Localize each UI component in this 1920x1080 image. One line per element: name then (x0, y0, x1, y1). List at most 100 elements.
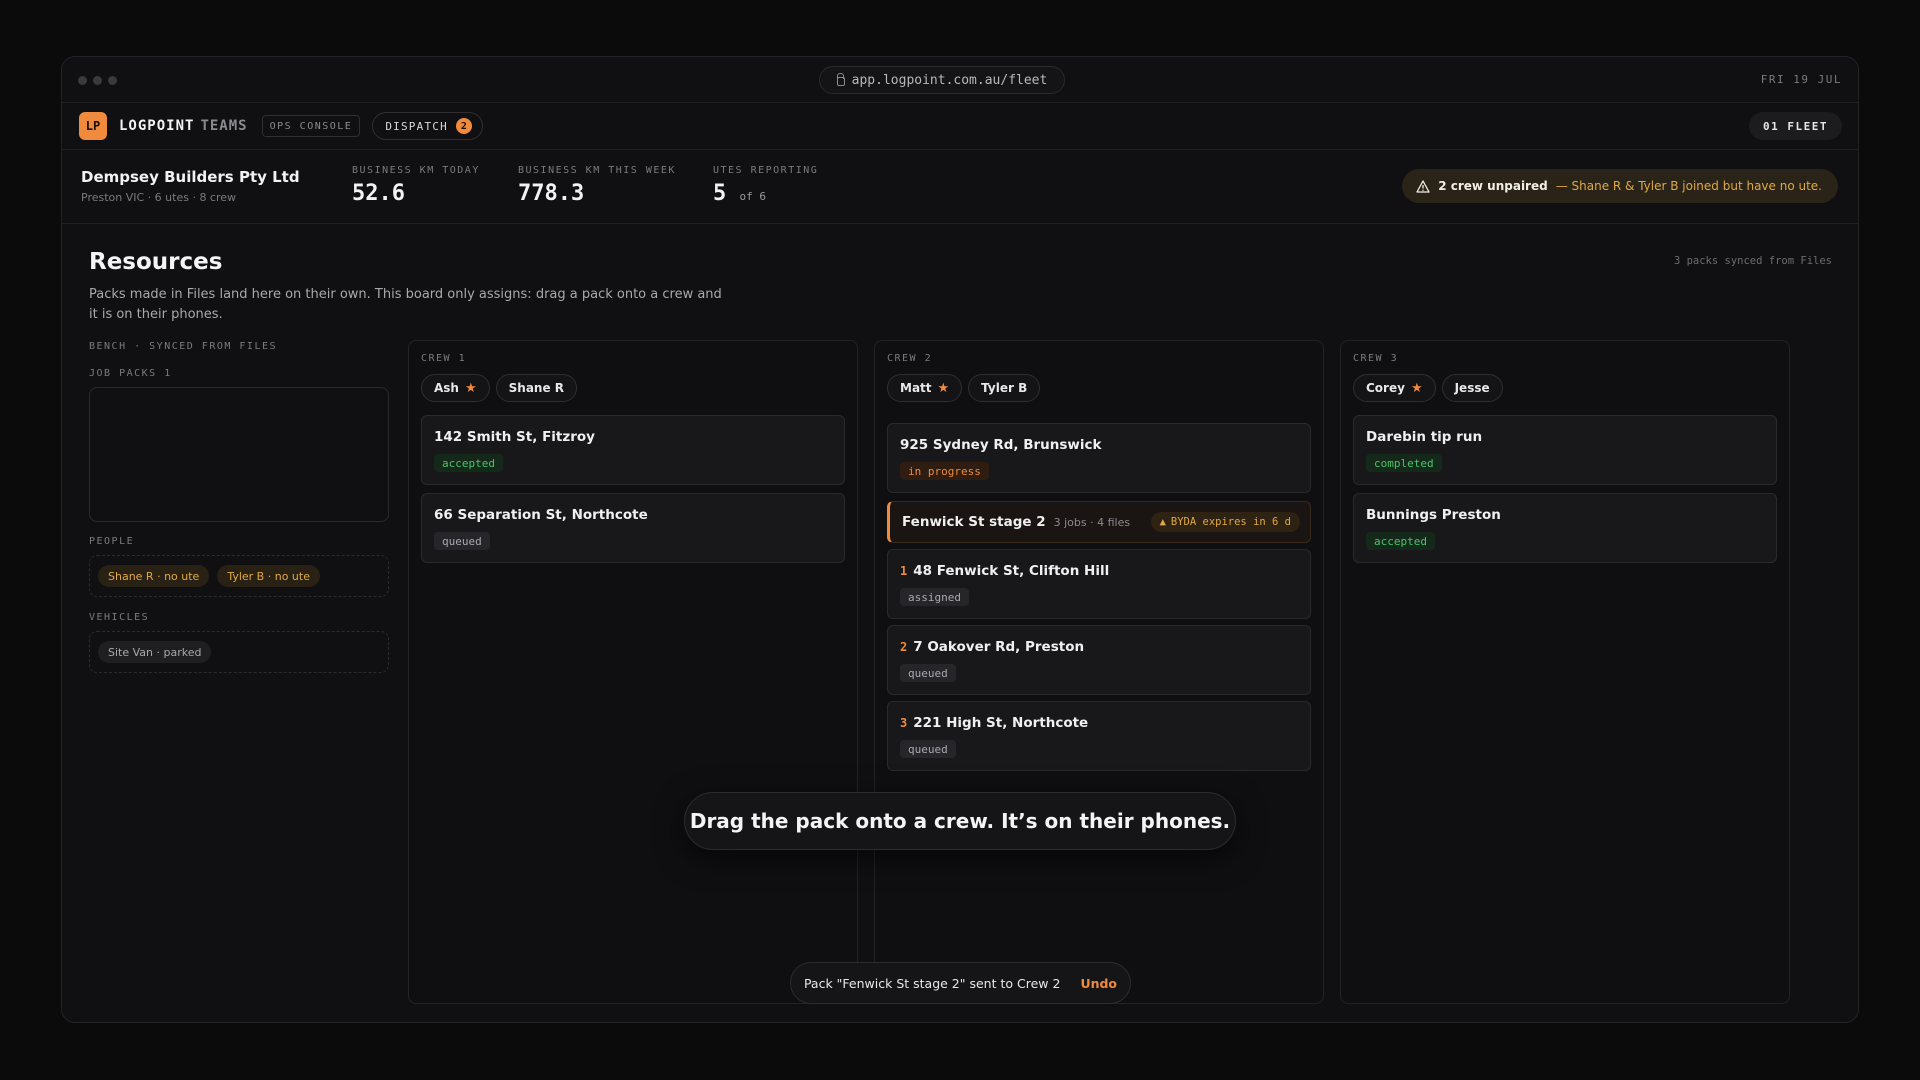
job-card[interactable]: 66 Separation St, Northcote queued (421, 493, 845, 563)
crew-members: Matt ★ Tyler B (887, 374, 1041, 402)
job-title: 142 Smith St, Fitzroy (434, 429, 595, 445)
vehicles-pool: Site Van · parked (89, 631, 389, 673)
logo[interactable]: LP (79, 112, 107, 140)
page-description: Packs made in Files land here on their o… (89, 287, 722, 322)
people-pool: Shane R · no ute Tyler B · no ute (89, 555, 389, 597)
address-bar[interactable]: app.logpoint.com.au/fleet (819, 66, 1065, 94)
crew-label: CREW 2 (887, 353, 933, 364)
member-chip-shane[interactable]: Shane R (495, 374, 578, 402)
title-bar: app.logpoint.com.au/fleet FRI 19 JUL (62, 57, 1858, 103)
member-name: Jesse (1454, 381, 1490, 395)
warning-icon (1416, 179, 1430, 193)
stat-value: 5 of 6 (713, 181, 818, 206)
job-card[interactable]: Darebin tip run completed (1353, 415, 1777, 485)
url-text: app.logpoint.com.au/fleet (851, 72, 1048, 88)
job-title: Darebin tip run (1366, 429, 1483, 445)
stat-value: 778.3 (518, 181, 585, 206)
job-number: 2 (900, 640, 908, 654)
star-icon: ★ (464, 380, 477, 396)
crew-column-2[interactable]: CREW 2 Matt ★ Tyler B 925 Sydney Rd, Bru… (874, 340, 1324, 1004)
member-chip-tyler[interactable]: Tyler B (968, 374, 1041, 402)
job-packs-dropzone[interactable] (89, 387, 389, 522)
member-name: Corey (1366, 381, 1405, 395)
byda-flag-text: BYDA expires in 6 d (1170, 516, 1291, 528)
utes-count: 5 (713, 181, 727, 206)
close-dot-icon[interactable] (78, 76, 87, 85)
member-name: Matt (900, 381, 932, 395)
fleet-button[interactable]: 01 FLEET (1749, 112, 1842, 140)
status-badge: assigned (900, 588, 969, 606)
person-chip-shane[interactable]: Shane R · no ute (98, 565, 210, 587)
job-card[interactable]: 142 Smith St, Fitzroy accepted (421, 415, 845, 485)
crew-members: Corey ★ Jesse (1353, 374, 1503, 402)
job-title-text: 221 High St, Northcote (913, 715, 1089, 731)
job-packs-label: JOB PACKS 1 (89, 368, 172, 379)
people-label: PEOPLE (89, 536, 135, 547)
drag-hint-callout: Drag the pack onto a crew. It’s on their… (684, 792, 1236, 850)
member-chip-ash[interactable]: Ash ★ (421, 374, 490, 402)
page-title: Resources (89, 249, 223, 275)
status-badge: accepted (1366, 532, 1435, 550)
stat-utes-reporting: UTES REPORTING 5 of 6 (713, 165, 818, 206)
crew-members: Ash ★ Shane R (421, 374, 578, 402)
company-name: Dempsey Builders Pty Ltd (81, 168, 300, 186)
brand-name: LOGPOINT (119, 118, 195, 134)
pack-title: Fenwick St stage 2 (902, 514, 1046, 530)
status-badge: queued (900, 740, 956, 758)
member-chip-matt[interactable]: Matt ★ (887, 374, 963, 402)
status-badge: accepted (434, 454, 503, 472)
status-badge: completed (1366, 454, 1442, 472)
pack-job-card[interactable]: 2 7 Oakover Rd, Preston queued (887, 625, 1311, 695)
job-title: 925 Sydney Rd, Brunswick (900, 437, 1102, 453)
stats-bar: Dempsey Builders Pty Ltd Preston VIC · 6… (62, 150, 1858, 224)
window-controls[interactable] (78, 76, 117, 85)
minimize-dot-icon[interactable] (93, 76, 102, 85)
job-pack-header[interactable]: Fenwick St stage 2 3 jobs · 4 files ▲ BY… (887, 501, 1311, 543)
warning-icon: ▲ (1159, 516, 1166, 528)
dispatch-count-badge: 2 (455, 118, 472, 134)
company-sub: Preston VIC · 6 utes · 8 crew (81, 191, 237, 204)
member-chip-corey[interactable]: Corey ★ (1353, 374, 1436, 402)
member-name: Ash (434, 381, 459, 395)
pack-meta: 3 jobs · 4 files (1053, 515, 1131, 529)
ops-console-tag: OPS CONSOLE (261, 115, 361, 137)
vehicles-label: VEHICLES (89, 612, 150, 623)
member-chip-jesse[interactable]: Jesse (1441, 374, 1503, 402)
lock-icon (836, 72, 845, 86)
member-name: Tyler B (981, 381, 1028, 395)
bench-label: BENCH · SYNCED FROM FILES (89, 341, 278, 352)
byda-flag: ▲ BYDA expires in 6 d (1150, 512, 1300, 532)
app-window: app.logpoint.com.au/fleet FRI 19 JUL LP … (61, 56, 1859, 1023)
date-readout: FRI 19 JUL (1760, 73, 1842, 86)
crew-column-3[interactable]: CREW 3 Corey ★ Jesse Darebin tip run com… (1340, 340, 1790, 1004)
undo-button[interactable]: Undo (1080, 976, 1117, 991)
brand-sub: TEAMS (200, 118, 248, 134)
job-number: 3 (900, 716, 908, 730)
job-title: 1 48 Fenwick St, Clifton Hill (900, 563, 1109, 579)
toast-notification: Pack "Fenwick St stage 2" sent to Crew 2… (790, 962, 1131, 1004)
star-icon: ★ (1410, 380, 1423, 396)
job-title: 66 Separation St, Northcote (434, 507, 648, 523)
pack-job-card[interactable]: 3 221 High St, Northcote queued (887, 701, 1311, 771)
job-card[interactable]: Bunnings Preston accepted (1353, 493, 1777, 563)
job-title-text: 7 Oakover Rd, Preston (913, 639, 1085, 655)
member-name: Shane R (508, 381, 565, 395)
stat-km-week: BUSINESS KM THIS WEEK 778.3 (518, 165, 676, 206)
vehicle-chip-site-van[interactable]: Site Van · parked (98, 641, 212, 663)
alert-strong: 2 crew unpaired (1438, 179, 1548, 193)
stat-label: BUSINESS KM TODAY (352, 165, 480, 176)
unpaired-alert[interactable]: 2 crew unpaired — Shane R & Tyler B join… (1402, 169, 1838, 203)
person-chip-tyler[interactable]: Tyler B · no ute (217, 565, 320, 587)
company-info: Dempsey Builders Pty Ltd Preston VIC · 6… (81, 168, 300, 204)
star-icon: ★ (937, 380, 950, 396)
dispatch-label: DISPATCH (385, 119, 448, 133)
stat-value: 52.6 (352, 181, 405, 206)
dispatch-button[interactable]: DISPATCH 2 (372, 112, 483, 140)
maximize-dot-icon[interactable] (108, 76, 117, 85)
pack-job-card[interactable]: 1 48 Fenwick St, Clifton Hill assigned (887, 549, 1311, 619)
job-card[interactable]: 925 Sydney Rd, Brunswick in progress (887, 423, 1311, 493)
alert-detail: — Shane R & Tyler B joined but have no u… (1555, 179, 1822, 193)
job-number: 1 (900, 564, 908, 578)
toast-message: Pack "Fenwick St stage 2" sent to Crew 2 (803, 975, 1061, 991)
crew-column-1[interactable]: CREW 1 Ash ★ Shane R 142 Smith St, Fitzr… (408, 340, 858, 1004)
